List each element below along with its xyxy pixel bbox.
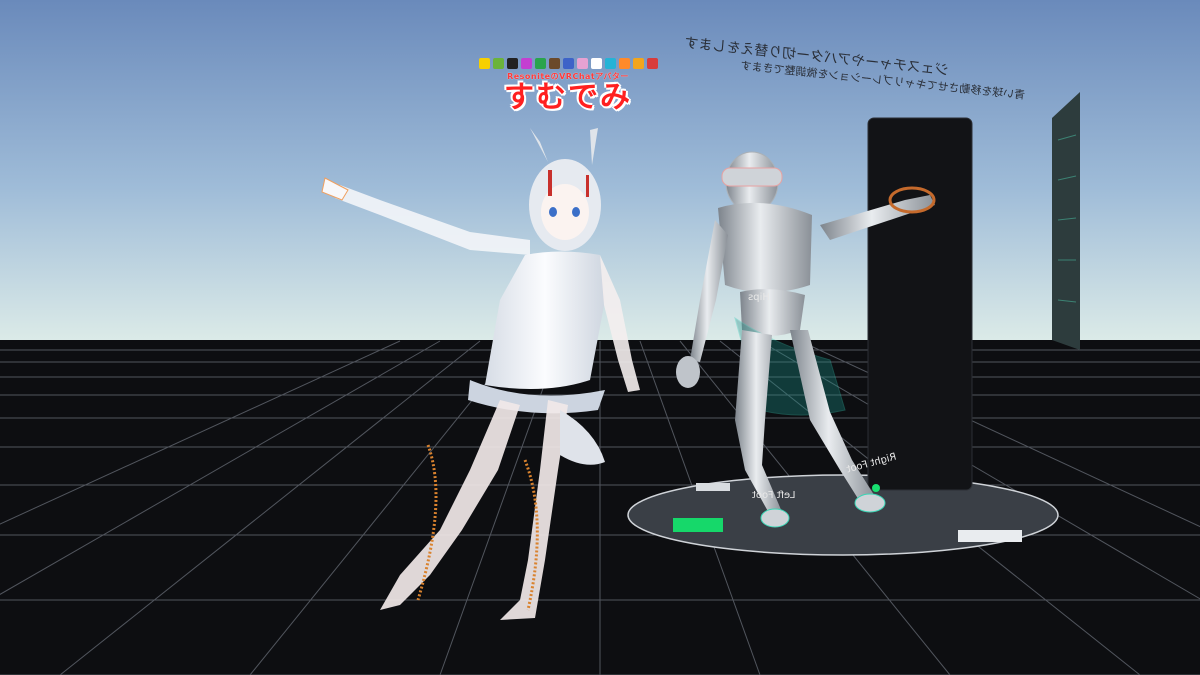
platform-marker-white[interactable]	[958, 530, 1022, 542]
mirror-panel[interactable]	[867, 117, 973, 491]
frog-icon	[534, 58, 546, 69]
flower-icon	[576, 58, 588, 69]
avatar-title-logo: ResoniteのVRChatアバター すむでみ	[478, 58, 658, 114]
shirt-icon	[562, 58, 574, 69]
calibration-platform[interactable]	[627, 474, 1059, 556]
cat-icon	[506, 58, 518, 69]
bone-label-hips: Hips	[748, 292, 770, 303]
star-icon	[478, 58, 490, 69]
cloud-icon	[590, 58, 602, 69]
platform-marker-small[interactable]	[696, 483, 730, 491]
heart-icon	[520, 58, 532, 69]
ribbon-icon	[646, 58, 658, 69]
platform-marker-green[interactable]	[673, 518, 723, 532]
house-icon	[548, 58, 560, 69]
side-screen[interactable]	[1052, 92, 1080, 350]
leaf-icon	[492, 58, 504, 69]
candy-icon	[618, 58, 630, 69]
gem-icon	[604, 58, 616, 69]
badge-icon-row	[478, 58, 658, 69]
logo-text: すむでみ	[504, 80, 632, 115]
cookie-icon	[632, 58, 644, 69]
bone-label-left-foot: Left Foot	[752, 490, 796, 501]
